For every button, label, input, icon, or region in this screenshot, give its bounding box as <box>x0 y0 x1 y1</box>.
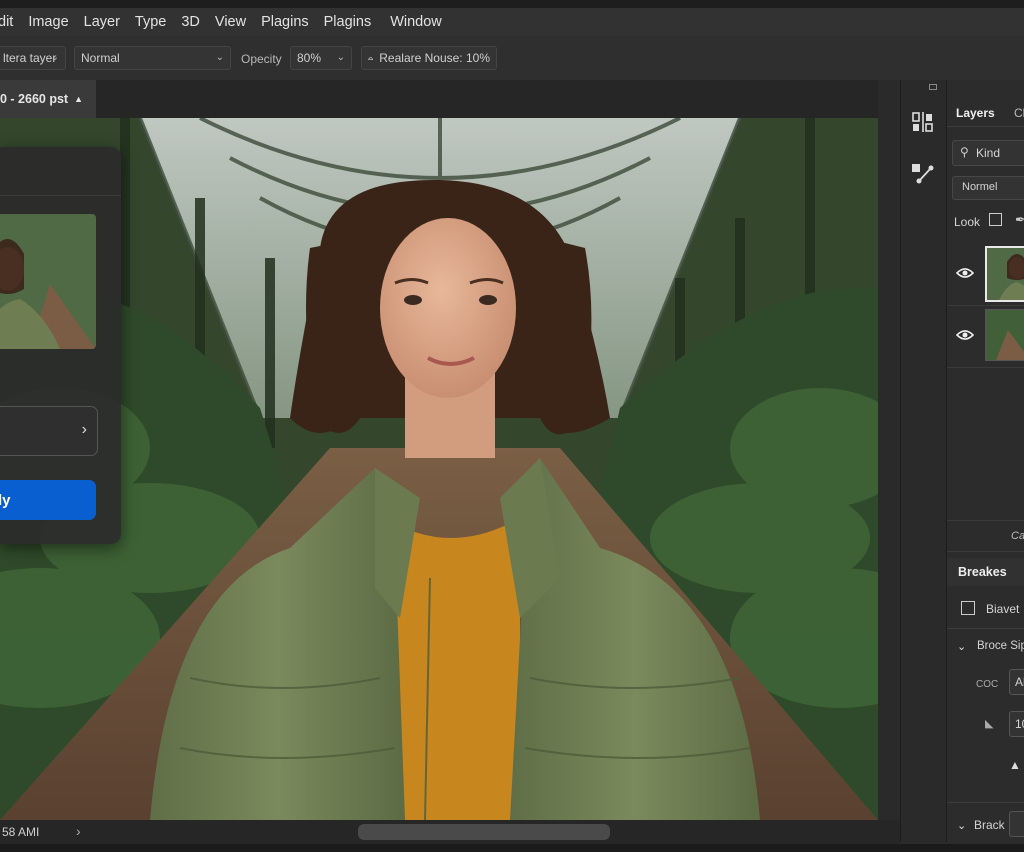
options-bar: ltera tayer ⌄ Normal ⌄ Opecity 80% ⌄ Rea… <box>0 36 1024 81</box>
menu-image[interactable]: Image <box>28 14 68 30</box>
menu-type[interactable]: Type <box>135 14 166 30</box>
field1-input[interactable]: Ab <box>1009 669 1024 695</box>
noise-label: Realare Nouse: 10% <box>379 51 490 65</box>
tab-channels[interactable]: Cl <box>1014 106 1024 120</box>
dialog-select-row[interactable]: › <box>0 406 98 456</box>
tab-layers[interactable]: Layers <box>956 106 995 120</box>
field1-label: COC <box>976 679 999 690</box>
status-bar: 58 AMI › <box>0 820 900 844</box>
apply-button-label: ly <box>0 491 11 509</box>
layers-footer: Ca <box>947 520 1024 552</box>
horizontal-scroll-thumb[interactable] <box>358 824 610 840</box>
bottom-strip <box>0 844 1024 852</box>
status-arrow-icon[interactable]: › <box>76 823 81 839</box>
chevron-down-icon[interactable]: ⌄ <box>957 640 966 653</box>
divider <box>947 802 1024 803</box>
brush-group-label: Broce Sip <box>977 640 1024 652</box>
menu-edit[interactable]: dit <box>0 14 13 30</box>
menu-bar: dit Image Layer Type 3D View Plagins Pla… <box>0 8 1024 36</box>
bravet-label: Biavet <box>986 602 1020 616</box>
menu-3d[interactable]: 3D <box>181 14 200 30</box>
top-strip <box>0 0 1024 8</box>
field2-input[interactable]: 10 <box>1009 711 1024 737</box>
path-tool-icon[interactable] <box>911 162 935 186</box>
menu-view[interactable]: View <box>215 14 246 30</box>
layer-blend-mode-dropdown[interactable]: Normel <box>952 176 1024 200</box>
brushes-section-title: Breakes <box>958 565 1007 579</box>
eye-icon[interactable] <box>956 329 974 341</box>
bravet-icon[interactable] <box>961 601 975 615</box>
kind-label: Kind <box>976 146 1001 160</box>
layer-kind-filter[interactable]: ⚲ Kind <box>952 140 1024 166</box>
background-thumbnail <box>986 310 1024 360</box>
floating-dialog: › ly <box>0 147 121 544</box>
layer-select-dropdown[interactable]: ltera tayer ⌄ <box>0 46 66 70</box>
chevron-down-icon: ⌄ <box>336 52 345 63</box>
brack-label: Brack <box>974 818 1005 832</box>
align-tool-icon[interactable] <box>911 110 935 134</box>
document-tab-bar: 0 - 2660 pst ▲ <box>0 80 880 118</box>
layer-thumbnail-background <box>985 309 1024 361</box>
field1-value: Ab <box>1015 675 1024 689</box>
brushes-section-header[interactable]: Breakes <box>947 558 1024 586</box>
menu-window[interactable]: Window <box>390 14 442 30</box>
collapse-handle-icon[interactable] <box>929 84 937 90</box>
layers-tab-bar: Layers Cl <box>947 98 1024 127</box>
layers-panel: Layers Cl ⚲ Kind Normel Look ✒ <box>946 80 1024 842</box>
opacity-label: Opecity <box>241 52 282 66</box>
search-icon: ⚲ <box>960 145 969 159</box>
preview-thumbnail <box>0 214 96 349</box>
eye-icon[interactable] <box>956 267 974 279</box>
menu-plugins-2[interactable]: Plagins <box>324 14 372 30</box>
lock-pixels-icon[interactable] <box>989 213 1002 226</box>
document-tab-title: 0 - 2660 pst <box>0 92 69 106</box>
divider <box>947 628 1024 629</box>
opacity-value: 80% <box>297 51 322 65</box>
image-canvas[interactable] <box>0 118 878 820</box>
noise-icon <box>368 57 374 60</box>
dialog-header <box>0 147 121 196</box>
opacity-input[interactable]: 80% ⌄ <box>290 46 352 70</box>
menu-plugins-1[interactable]: Plagins <box>261 14 309 30</box>
brack-input[interactable] <box>1009 811 1024 837</box>
noise-button[interactable]: Realare Nouse: 10% <box>361 46 497 70</box>
chevron-right-icon: › <box>81 421 87 438</box>
layer-blend-mode-value: Normel <box>962 181 998 193</box>
panel-tool-strip <box>900 80 947 842</box>
brush-lock-icon[interactable]: ✒ <box>1015 212 1024 228</box>
layer-select-value: ltera tayer <box>3 51 57 65</box>
vertical-scrollbar[interactable] <box>878 80 900 840</box>
blend-mode-value: Normal <box>81 51 120 65</box>
chevron-down-icon: ⌄ <box>50 52 59 63</box>
status-time: 58 AMI <box>2 825 40 839</box>
layers-footer-label: Ca <box>1011 530 1024 542</box>
blend-mode-dropdown[interactable]: Normal ⌄ <box>74 46 231 70</box>
chevron-down-icon: ⌄ <box>215 52 224 63</box>
mountain-icon: ▲ <box>1009 758 1021 772</box>
chevron-down-icon[interactable]: ⌄ <box>957 819 966 832</box>
portrait-thumbnail <box>999 254 1024 300</box>
layer-row-background[interactable] <box>947 305 1024 368</box>
chevron-up-icon[interactable]: ▲ <box>74 94 83 104</box>
size-icon: ◣ <box>985 718 994 730</box>
dialog-preview-image <box>0 214 96 349</box>
menu-layer[interactable]: Layer <box>84 14 120 30</box>
layer-row-portrait[interactable] <box>947 240 1024 306</box>
lock-label: Look <box>954 215 981 229</box>
document-tab[interactable]: 0 - 2660 pst ▲ <box>0 80 96 118</box>
layer-thumbnail-portrait <box>985 246 1024 302</box>
apply-button[interactable]: ly <box>0 480 96 520</box>
portrait-photo <box>0 118 878 820</box>
field2-value: 10 <box>1015 717 1024 731</box>
